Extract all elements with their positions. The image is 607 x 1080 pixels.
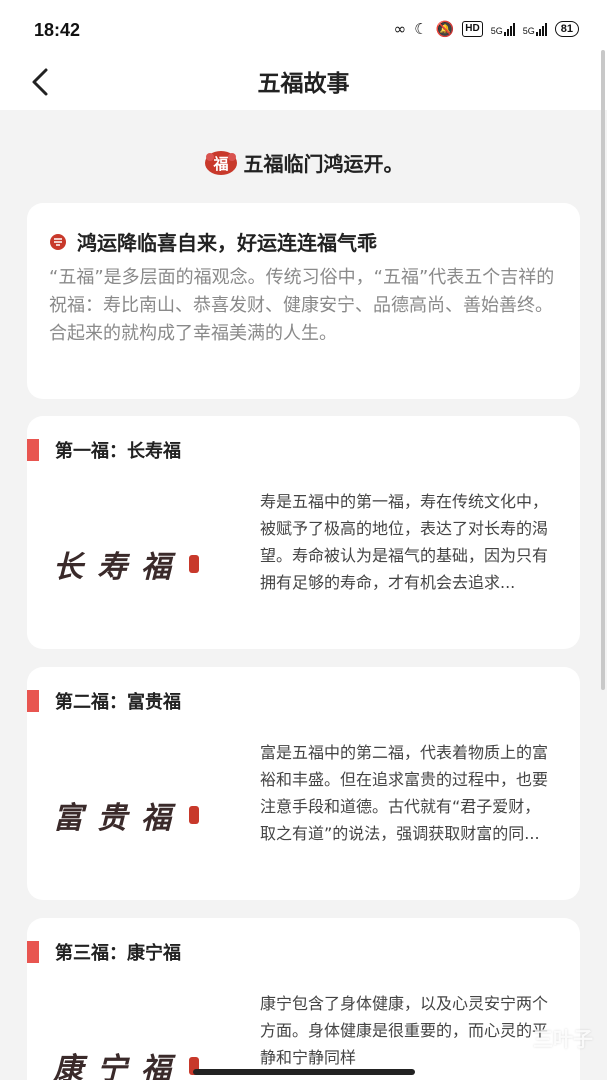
- scrollbar[interactable]: [601, 50, 605, 690]
- fu-description: 康宁包含了身体健康，以及心灵安宁两个方面。身体健康是很重要的，而心灵的平静和宁静…: [260, 994, 549, 1067]
- accent-bar: [27, 941, 39, 963]
- intro-text: “五福”是多层面的福观念。传统习俗中，“五福”代表五个吉祥的祝福：寿比南山、恭喜…: [49, 267, 555, 344]
- fu-description: 寿是五福中的第一福，寿在传统文化中，被赋予了极高的地位，表达了对长寿的渴望。寿命…: [260, 492, 549, 592]
- mute-icon: 🔕: [435, 20, 455, 38]
- fu-card-1[interactable]: 第一福：长寿福 长 寿 福 寿是五福中的第一福，寿在传统文化中，被赋予了极高的地…: [27, 416, 580, 649]
- moon-icon: ☾: [414, 20, 428, 38]
- signal-icon-2: 5G: [523, 22, 547, 36]
- banner-text: 五福临门鸿运开。: [243, 152, 404, 176]
- accent-bar: [27, 690, 39, 712]
- svg-text:福: 福: [212, 155, 228, 173]
- signal-icon-1: 5G: [491, 22, 515, 36]
- link-icon: ∞: [393, 20, 407, 38]
- accent-bar: [27, 439, 39, 461]
- status-bar: 18:42 ∞ ☾ 🔕 HD 5G 5G 81: [0, 0, 607, 58]
- hd-badge: HD: [462, 21, 483, 37]
- fu-badge-icon: 福: [204, 150, 237, 175]
- status-icons: ∞ ☾ 🔕 HD 5G 5G 81: [394, 20, 579, 38]
- watermark: 三叶子: [533, 1027, 593, 1051]
- fu-heading: 第一福：长寿福: [27, 438, 181, 462]
- calligraphy-image: 富 贵 福: [53, 785, 243, 845]
- calligraphy-image: 长 寿 福: [53, 534, 243, 594]
- fu-heading: 第二福：富贵福: [27, 689, 181, 713]
- home-indicator[interactable]: [193, 1069, 415, 1075]
- fu-heading: 第三福：康宁福: [27, 940, 181, 964]
- intro-title: 鸿运降临喜自来，好运连连福气乖: [49, 227, 377, 256]
- fu-card-2[interactable]: 第二福：富贵福 富 贵 福 富是五福中的第二福，代表着物质上的富裕和丰盛。但在追…: [27, 667, 580, 900]
- intro-card: 鸿运降临喜自来，好运连连福气乖 “五福”是多层面的福观念。传统习俗中，“五福”代…: [27, 203, 580, 399]
- fu-card-3[interactable]: 第三福：康宁福 康 宁 福 康宁包含了身体健康，以及心灵安宁两个方面。身体健康是…: [27, 918, 580, 1080]
- nav-bar: 五福故事: [0, 58, 607, 110]
- battery-icon: 81: [554, 21, 579, 37]
- page-title: 五福故事: [257, 71, 350, 97]
- fu-description: 富是五福中的第二福，代表着物质上的富裕和丰盛。但在追求富贵的过程中，也要注意手段…: [260, 743, 549, 843]
- seal-icon: [189, 555, 199, 573]
- banner: 福 五福临门鸿运开。: [0, 148, 607, 177]
- fu-seal-icon: [50, 233, 66, 250]
- status-time: 18:42: [34, 20, 81, 40]
- seal-icon: [189, 806, 199, 824]
